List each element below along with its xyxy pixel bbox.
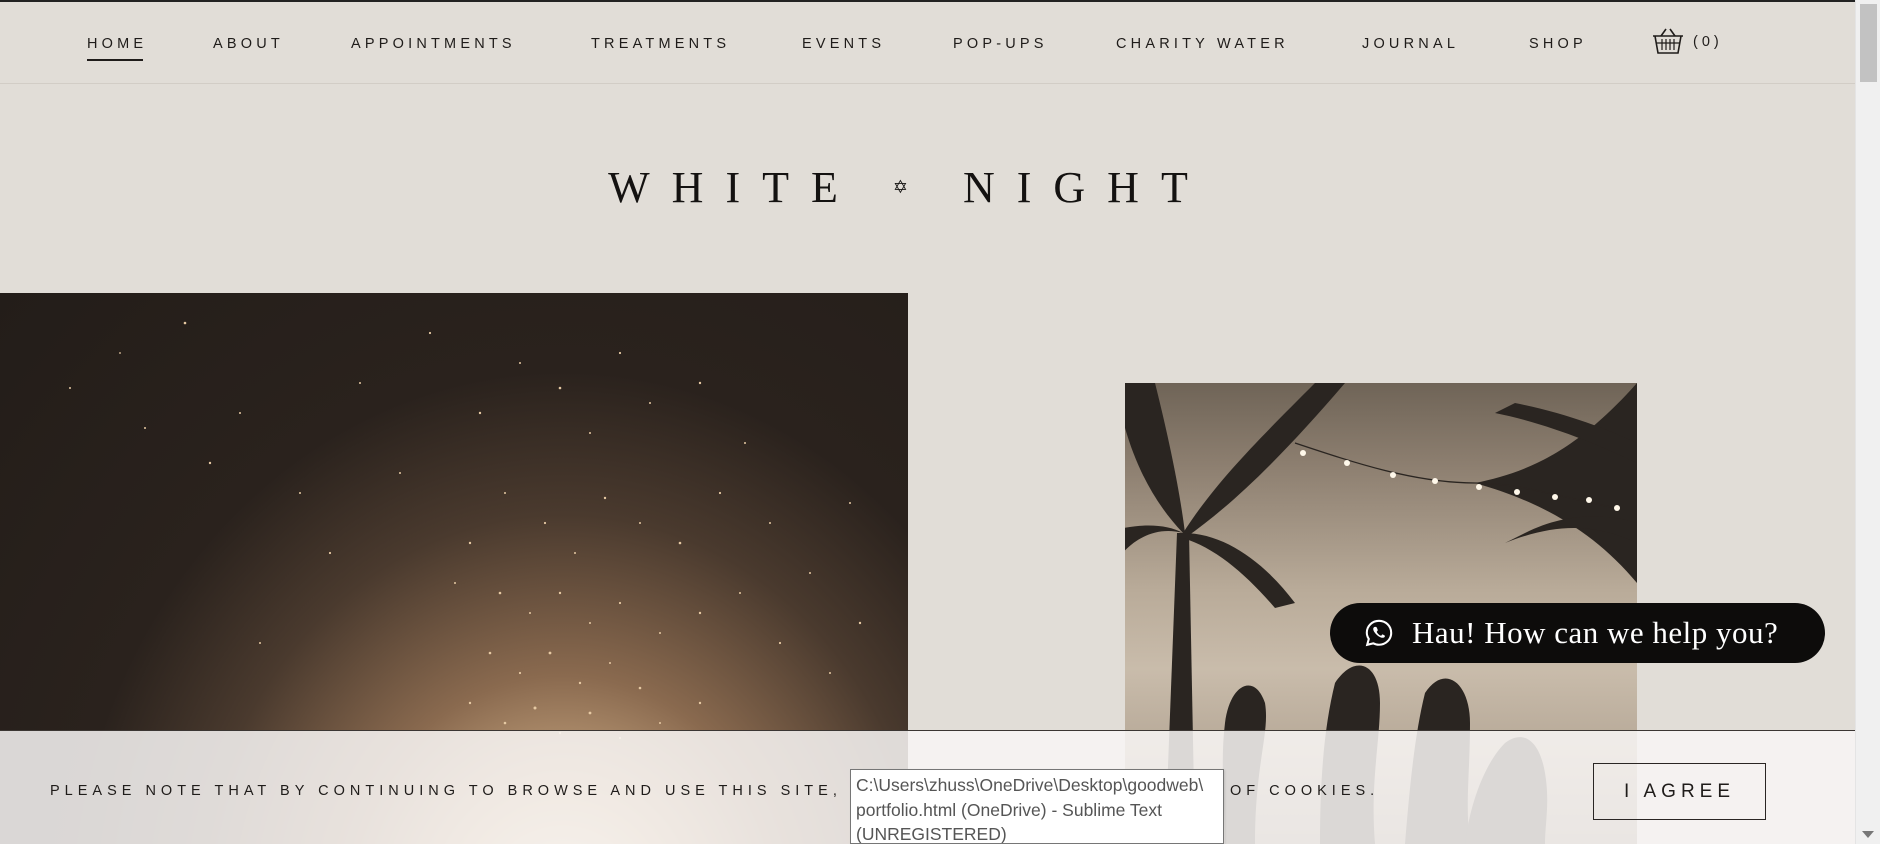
nav-item-treatments[interactable]: TREATMENTS [591, 36, 730, 52]
star-icon: ✡ [892, 177, 908, 198]
scrollbar-thumb[interactable] [1860, 4, 1877, 82]
nav-item-pop-ups[interactable]: POP-UPS [953, 36, 1048, 52]
tooltip-line-1: C:\Users\zhuss\OneDrive\Desktop\goodweb\ [856, 775, 1204, 795]
basket-icon [1653, 28, 1683, 54]
tooltip-line-3: (UNREGISTERED) [856, 824, 1007, 844]
cart-link[interactable]: (0) [1651, 28, 1723, 56]
nav-item-appointments[interactable]: APPOINTMENTS [351, 36, 516, 52]
agree-button[interactable]: I AGREE [1593, 763, 1766, 820]
page: HOME ABOUT APPOINTMENTS TREATMENTS EVENT… [0, 0, 1855, 844]
window-title-tooltip: C:\Users\zhuss\OneDrive\Desktop\goodweb\… [850, 769, 1224, 844]
whatsapp-chat-button[interactable]: Hau! How can we help you? [1330, 603, 1825, 663]
whatsapp-chat-text: Hau! How can we help you? [1412, 615, 1779, 650]
nav-item-home[interactable]: HOME [87, 36, 147, 61]
nav-item-shop[interactable]: SHOP [1529, 36, 1587, 52]
main-nav: HOME ABOUT APPOINTMENTS TREATMENTS EVENT… [0, 2, 1855, 84]
nav-item-charity-water[interactable]: CHARITY WATER [1116, 36, 1289, 52]
nav-item-journal[interactable]: JOURNAL [1362, 36, 1459, 52]
cookie-text-start: PLEASE NOTE THAT BY CONTINUING TO BROWSE… [50, 783, 842, 799]
nav-item-events[interactable]: EVENTS [802, 36, 885, 52]
whatsapp-icon [1365, 619, 1393, 647]
nav-item-about[interactable]: ABOUT [213, 36, 284, 52]
logo-word-white: WHITE [608, 163, 860, 212]
cookie-text-end: OF COOKIES. [1229, 783, 1380, 799]
site-logo[interactable]: WHITE ✡ NIGHT [0, 162, 1818, 213]
cart-count: (0) [1693, 34, 1723, 50]
vertical-scrollbar[interactable] [1855, 0, 1880, 844]
scroll-down-arrow-icon[interactable] [1862, 831, 1874, 838]
logo-word-night: NIGHT [962, 163, 1210, 212]
tooltip-line-2: portfolio.html (OneDrive) - Sublime Text [856, 799, 1163, 820]
